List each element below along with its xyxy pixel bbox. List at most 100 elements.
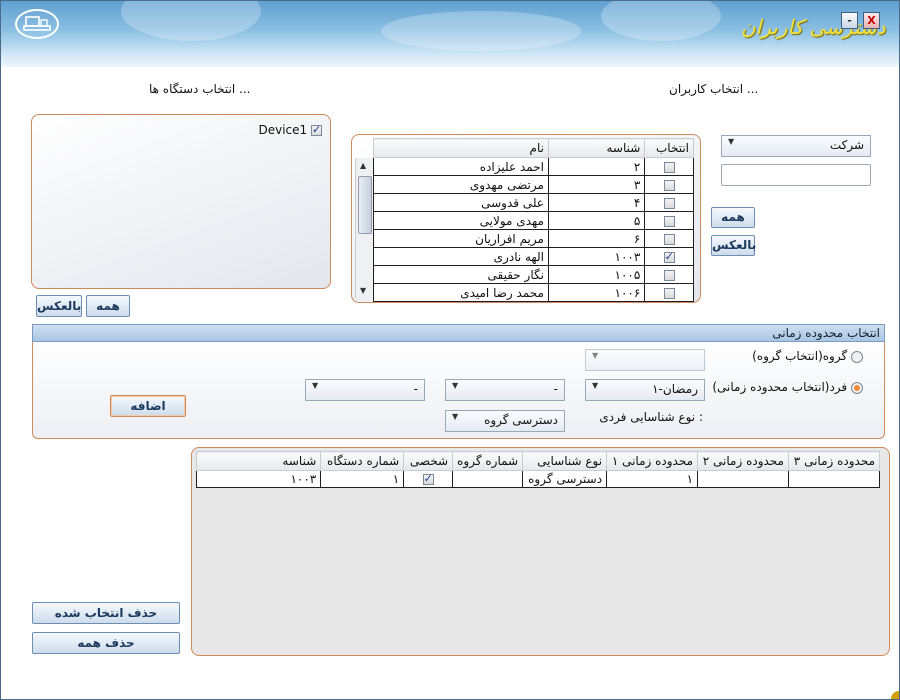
column-header-range1[interactable]: محدوده زمانی ۱ — [606, 451, 699, 471]
radio-individual-option[interactable]: فرد(انتخاب محدوده زمانی) — [712, 380, 863, 394]
column-header-range2[interactable]: محدوده زمانی ۲ — [697, 451, 789, 471]
user-id-cell: ۲ — [547, 157, 646, 176]
close-button[interactable]: X — [863, 12, 880, 29]
table-row[interactable]: مریم افراریان ۶ — [373, 229, 694, 248]
scroll-down-icon[interactable]: ▼ — [360, 286, 366, 295]
scroll-up-icon[interactable]: ▲ — [360, 161, 366, 170]
chevron-down-icon: ▼ — [592, 351, 599, 360]
user-select-checkbox[interactable] — [663, 179, 675, 191]
user-select-checkbox[interactable] — [663, 233, 675, 245]
user-select-checkbox[interactable] — [663, 269, 675, 281]
table-row[interactable]: مرتضی مهدوی ۳ — [373, 175, 694, 194]
scrollbar-thumb[interactable] — [358, 176, 372, 234]
time-range-2-select[interactable]: ▼ - — [445, 379, 565, 401]
users-select-all-button[interactable]: همه — [711, 207, 755, 228]
time-range-1-value: ۱-رمضان — [652, 382, 698, 396]
chevron-down-icon: ▼ — [728, 137, 735, 146]
user-name-cell: مهدی مولایی — [373, 211, 549, 230]
title-bar[interactable]: دسترسی کاربران - X — [1, 1, 899, 67]
user-select-cell[interactable] — [644, 283, 694, 302]
auth-type-value: دسترسی گروه — [484, 413, 558, 427]
delete-all-button[interactable]: حذف همه — [32, 632, 180, 654]
title-decoration — [601, 1, 721, 41]
user-name-cell: مریم افراریان — [373, 229, 549, 248]
device-item-checkbox[interactable] — [311, 123, 322, 136]
result-personal-checkbox[interactable] — [422, 472, 434, 485]
user-name-cell: احمد علیزاده — [373, 157, 549, 176]
table-row[interactable]: علی قدوسی ۴ — [373, 193, 694, 212]
app-logo-icon — [15, 9, 59, 39]
column-header-group[interactable]: شماره گروه — [452, 451, 524, 471]
time-range-3-select[interactable]: ▼ - — [305, 379, 425, 401]
group-select[interactable]: ▼ — [585, 349, 705, 371]
column-header-auth-type[interactable]: نوع شناسایی — [522, 451, 608, 471]
column-header-device[interactable]: شماره دستگاه — [320, 451, 405, 471]
radio-group-option[interactable]: گروه(انتخاب گروه) — [752, 349, 863, 363]
chevron-down-icon: ▼ — [312, 381, 319, 390]
table-row[interactable]: نگار حقیقی ۱۰۰۵ — [373, 265, 694, 284]
add-button[interactable]: اضافه — [110, 395, 186, 417]
user-name-cell: علی قدوسی — [373, 193, 549, 212]
company-filter-input[interactable] — [721, 164, 871, 186]
title-decoration — [381, 11, 581, 51]
chevron-down-icon: ▼ — [592, 381, 599, 390]
result-auth-cell: دسترسی گروه — [522, 470, 608, 488]
users-table-header: نام شناسه انتخاب — [373, 138, 694, 158]
devices-select-all-button[interactable]: همه — [86, 295, 130, 317]
chevron-down-icon: ▼ — [452, 412, 459, 421]
user-select-cell[interactable] — [644, 175, 694, 194]
result-range1-cell: ۱ — [606, 470, 699, 488]
column-header-personal[interactable]: شخصی — [403, 451, 454, 471]
user-select-checkbox[interactable] — [663, 287, 675, 299]
table-row[interactable]: الهه نادری ۱۰۰۳ — [373, 247, 694, 266]
user-select-cell[interactable] — [644, 211, 694, 230]
table-row[interactable]: محمد رضا امیدی ۱۰۰۶ — [373, 283, 694, 302]
time-range-3-value: - — [413, 382, 418, 396]
delete-selected-button[interactable]: حذف انتخاب شده — [32, 602, 180, 624]
device-item[interactable]: Device1 — [258, 123, 322, 137]
table-row[interactable]: ۱۰۰۳۱دسترسی گروه۱ — [195, 470, 881, 488]
devices-invert-button[interactable]: بالعکس — [36, 295, 82, 317]
time-range-header: انتخاب محدوده زمانی — [32, 324, 885, 342]
user-id-cell: ۱۰۰۵ — [547, 265, 646, 284]
table-row[interactable]: احمد علیزاده ۲ — [373, 157, 694, 176]
users-table-scrollbar[interactable]: ▲ ▼ — [355, 158, 373, 298]
minimize-button[interactable]: - — [841, 12, 858, 29]
users-heading: انتخاب کاربران ... — [669, 82, 759, 96]
user-select-checkbox[interactable] — [663, 161, 675, 173]
result-personal-cell[interactable] — [403, 470, 454, 488]
user-select-cell[interactable] — [644, 193, 694, 212]
auth-type-select[interactable]: ▼ دسترسی گروه — [445, 410, 565, 432]
auth-type-label: نوع شناسایی فردی : — [599, 410, 703, 424]
user-select-cell[interactable] — [644, 247, 694, 266]
column-header-select[interactable]: انتخاب — [644, 138, 694, 158]
column-header-id[interactable]: شناسه — [547, 138, 646, 158]
resize-grip-icon[interactable] — [891, 691, 899, 699]
user-select-cell[interactable] — [644, 157, 694, 176]
main-window: دسترسی کاربران - X انتخاب دستگاه ها ... … — [0, 0, 900, 700]
radio-individual-button[interactable] — [851, 381, 863, 394]
column-header-id[interactable]: شناسه — [195, 451, 322, 471]
radio-group-button[interactable] — [851, 350, 863, 363]
column-header-range3[interactable]: محدوده زمانی ۳ — [787, 451, 881, 471]
user-select-cell[interactable] — [644, 265, 694, 284]
result-range3-cell — [787, 470, 881, 488]
user-select-checkbox[interactable] — [663, 250, 675, 263]
device-item-label: Device1 — [258, 123, 308, 137]
user-select-checkbox[interactable] — [663, 215, 675, 227]
time-range-1-select[interactable]: ▼ ۱-رمضان — [585, 379, 705, 401]
user-id-cell: ۱۰۰۶ — [547, 283, 646, 302]
column-header-name[interactable]: نام — [373, 138, 549, 158]
result-device-cell: ۱ — [320, 470, 405, 488]
user-select-checkbox[interactable] — [663, 197, 675, 209]
result-id-cell: ۱۰۰۳ — [195, 470, 322, 488]
user-name-cell: مرتضی مهدوی — [373, 175, 549, 194]
user-id-cell: ۱۰۰۳ — [547, 247, 646, 266]
company-select[interactable]: ▼ شرکت — [721, 135, 871, 157]
users-invert-button[interactable]: بالعکس — [711, 235, 756, 256]
user-id-cell: ۵ — [547, 211, 646, 230]
table-row[interactable]: مهدی مولایی ۵ — [373, 211, 694, 230]
user-id-cell: ۶ — [547, 229, 646, 248]
user-select-cell[interactable] — [644, 229, 694, 248]
result-group-cell — [452, 470, 524, 488]
